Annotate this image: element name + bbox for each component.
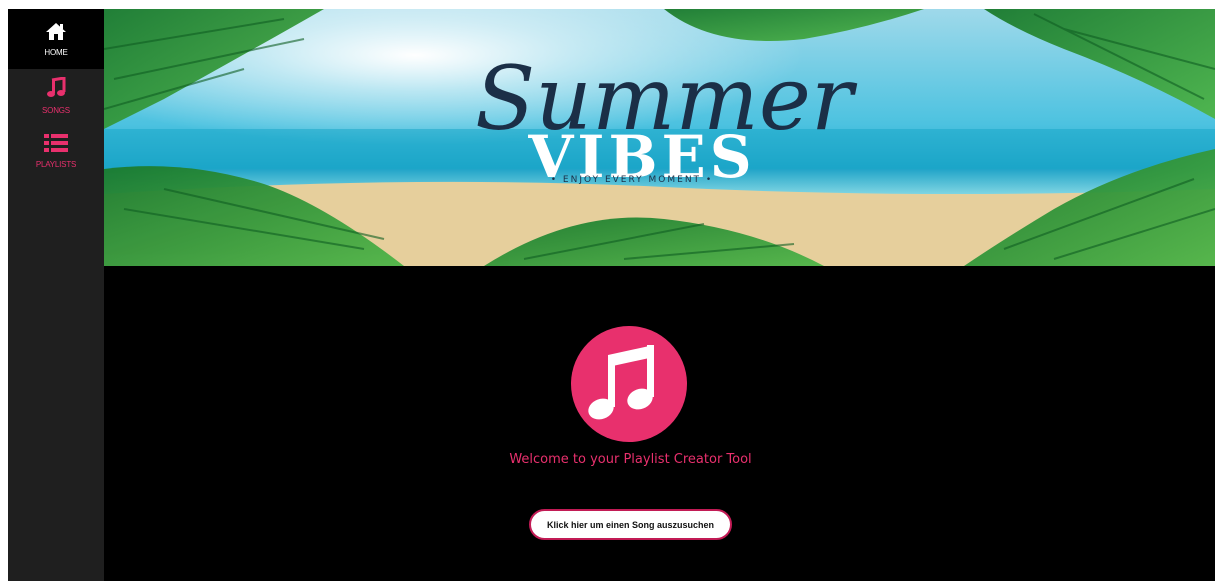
sidebar-item-label: SONGS bbox=[42, 106, 70, 115]
sidebar: HOME SONGS PLAYLISTS bbox=[8, 9, 104, 581]
app-window: HOME SONGS PLAYLISTS Summer VIBES • ENJO… bbox=[8, 9, 1215, 581]
sidebar-item-label: PLAYLISTS bbox=[35, 160, 77, 169]
choose-song-button[interactable]: Klick hier um einen Song auszusuchen bbox=[529, 509, 732, 540]
sidebar-item-label: HOME bbox=[44, 47, 68, 57]
music-note-icon bbox=[46, 76, 66, 104]
banner-tagline: • ENJOY EVERY MOMENT • bbox=[551, 175, 713, 185]
main-content: Welcome to your Playlist Creator Tool Kl… bbox=[104, 266, 1215, 581]
music-note-icon bbox=[570, 325, 688, 443]
sidebar-item-songs[interactable]: SONGS bbox=[8, 76, 104, 123]
sidebar-item-playlists[interactable]: PLAYLISTS bbox=[8, 133, 104, 179]
list-icon bbox=[44, 133, 68, 158]
home-icon bbox=[45, 22, 67, 46]
welcome-message: Welcome to your Playlist Creator Tool bbox=[509, 452, 752, 467]
sidebar-item-home[interactable]: HOME bbox=[8, 9, 104, 69]
summer-vibes-banner: Summer VIBES • ENJOY EVERY MOMENT • bbox=[104, 9, 1215, 266]
